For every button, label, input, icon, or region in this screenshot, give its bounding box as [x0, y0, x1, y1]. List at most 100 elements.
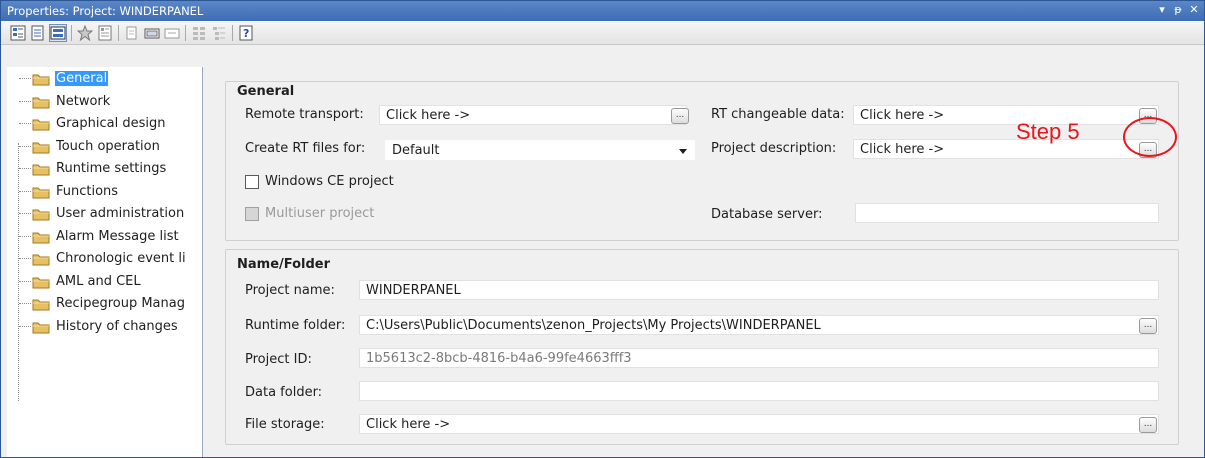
remote-transport-browse-button[interactable]: ... [671, 108, 689, 124]
toolbar-separator [185, 25, 186, 41]
tree-branch-line [19, 325, 31, 327]
name-folder-group-title: Name/Folder [237, 257, 331, 272]
file-storage-field[interactable]: Click here -> [359, 414, 1159, 434]
rt-changeable-data-label: RT changeable data: [711, 107, 845, 122]
tree-item[interactable]: Chronologic event li [19, 249, 202, 269]
remote-transport-label: Remote transport: [245, 107, 364, 122]
runtime-folder-field[interactable]: C:\Users\Public\Documents\zenon_Projects… [359, 315, 1159, 335]
tree-item[interactable]: User administration [19, 204, 202, 224]
tree-item[interactable]: Graphical design [19, 114, 202, 134]
folder-icon [32, 277, 50, 288]
general-group-title: General [237, 84, 295, 99]
multiuser-checkbox[interactable] [245, 207, 259, 221]
folder-icon [32, 74, 50, 86]
svg-text:?: ? [243, 27, 249, 40]
database-server-field[interactable] [855, 203, 1159, 223]
tree-branch-line [19, 280, 31, 282]
chevron-down-icon[interactable] [679, 149, 687, 154]
windows-ce-checkbox[interactable] [245, 175, 259, 189]
tree-item-label: Touch operation [56, 138, 160, 154]
folder-icon [32, 322, 50, 333]
favorites-icon[interactable] [76, 24, 94, 42]
tree-item-label: AML and CEL [56, 273, 141, 289]
tree-branch-line [19, 78, 31, 79]
folder-icon [32, 142, 50, 153]
project-id-field[interactable]: 1b5613c2-8bcb-4816-b4a6-99fe4663fff3 [359, 348, 1159, 368]
tree-branch-line [19, 190, 31, 192]
list-view-icon[interactable] [190, 24, 208, 42]
category-tree: General Network Graphical design Touch oper… [7, 67, 203, 457]
tree-item[interactable]: Touch operation [19, 137, 202, 157]
folder-icon [32, 299, 50, 311]
help-icon[interactable]: ? [237, 24, 255, 42]
project-name-field[interactable]: WINDERPANEL [359, 280, 1159, 300]
folder-icon [32, 119, 50, 131]
tree-branch-line [19, 213, 31, 214]
tree-branch-line [19, 258, 31, 259]
tree-branch-line [19, 145, 31, 147]
folder-icon [32, 97, 50, 108]
grouped-view-icon[interactable] [49, 24, 67, 42]
tree-item-label: Chronologic event li [56, 251, 186, 266]
tree-branch-line [19, 168, 31, 169]
toolbar-separator [232, 25, 233, 41]
sort-category-icon[interactable] [9, 24, 27, 42]
tree-item[interactable]: Network [19, 92, 202, 112]
folder-icon [32, 209, 50, 221]
folder-icon [32, 254, 50, 266]
step-annotation-label: Step 5 [1016, 119, 1080, 144]
multiuser-label: Multiuser project [265, 206, 375, 221]
remote-transport-field[interactable]: Click here -> [379, 105, 687, 125]
database-server-label: Database server: [711, 207, 823, 222]
tree-item[interactable]: Alarm Message list [19, 227, 202, 247]
tree-item-label: History of changes [56, 318, 178, 334]
tree-item-label: Functions [56, 183, 119, 199]
toolbar-separator [118, 25, 119, 41]
toolbar: ? [1, 21, 1204, 45]
tree-item-label: Recipegroup Manag [56, 296, 185, 311]
dropdown-icon[interactable]: ▾ [1155, 3, 1169, 17]
tree-item[interactable]: AML and CEL [19, 272, 202, 292]
properties-window: Properties: Project: WINDERPANEL ▾ ᵽ ✕ ?… [0, 0, 1205, 458]
folder-icon [32, 187, 50, 198]
project-description-label: Project description: [711, 141, 837, 156]
folder-icon [32, 164, 50, 176]
tree-item-label: Network [56, 93, 111, 109]
file-storage-label: File storage: [245, 417, 325, 432]
file-storage-browse-button[interactable]: ... [1139, 417, 1157, 433]
step-annotation-circle [1123, 117, 1177, 157]
folder-icon [32, 232, 50, 243]
data-folder-label: Data folder: [245, 385, 323, 400]
tree-item-label: General [55, 71, 109, 86]
tree-item[interactable]: Runtime settings [19, 159, 202, 179]
tree-item-label: Graphical design [56, 116, 166, 131]
tree-branch-line [19, 100, 31, 102]
tree-item-label: User administration [56, 206, 185, 221]
title-bar: Properties: Project: WINDERPANEL ▾ ᵽ ✕ [1, 1, 1204, 21]
toolbar-separator [71, 25, 72, 41]
runtime-folder-label: Runtime folder: [245, 318, 346, 333]
tree-item[interactable]: Functions [19, 182, 202, 202]
tree-item-label: Runtime settings [56, 161, 167, 176]
tree-branch-line [19, 123, 31, 124]
close-icon[interactable]: ✕ [1187, 3, 1201, 17]
expand-icon[interactable] [123, 24, 141, 42]
properties-page-icon[interactable] [96, 24, 114, 42]
project-description-field[interactable]: Click here -> [853, 139, 1159, 159]
create-rt-files-label: Create RT files for: [245, 141, 366, 156]
project-id-label: Project ID: [245, 352, 312, 367]
sort-alpha-icon[interactable] [29, 24, 47, 42]
tree-branch-line [19, 235, 31, 237]
runtime-folder-browse-button[interactable]: ... [1139, 318, 1157, 334]
tree-item[interactable]: General [19, 69, 202, 89]
create-rt-files-select[interactable]: Default [385, 140, 695, 160]
tree-item[interactable]: Recipegroup Manag [19, 294, 202, 314]
pin-icon[interactable]: ᵽ [1171, 3, 1185, 17]
collapse-field-icon[interactable] [143, 24, 161, 42]
rt-changeable-data-field[interactable]: Click here -> [853, 105, 1159, 125]
tree-view-icon[interactable] [210, 24, 228, 42]
tree-item[interactable]: History of changes [19, 317, 202, 337]
collapse-all-icon[interactable] [163, 24, 181, 42]
data-folder-field[interactable] [359, 381, 1159, 401]
tree-branch-line [19, 303, 31, 304]
